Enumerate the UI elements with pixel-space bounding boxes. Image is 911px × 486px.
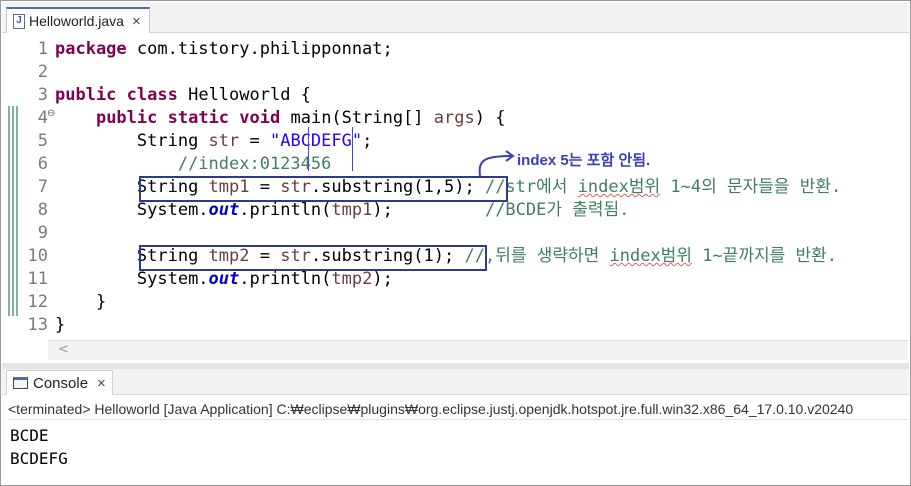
- code-line-3: public class Helloworld {: [55, 84, 841, 107]
- field-name: out: [208, 269, 240, 289]
- line-number: 6: [37, 154, 48, 174]
- line-number: 8: [37, 200, 48, 220]
- comment: 1~4의 문자들을 반환.: [660, 177, 842, 197]
- line-number: 5: [37, 131, 48, 151]
- code-text: main(String[]: [280, 108, 434, 128]
- line-number: 4: [37, 108, 48, 128]
- console-status-line: <terminated> Helloworld [Java Applicatio…: [8, 398, 908, 420]
- scroll-left-icon[interactable]: <: [58, 342, 69, 357]
- keyword: void: [239, 108, 281, 128]
- code-text: System.: [136, 269, 209, 289]
- highlight-box-substring-1-5: [139, 176, 508, 202]
- index-marker-line-b: [352, 127, 353, 171]
- field-name: out: [208, 200, 240, 220]
- code-text: String: [136, 131, 209, 151]
- code-line-11: System.out.println(tmp2);: [55, 268, 841, 291]
- line-number: 13: [27, 315, 48, 335]
- line-number: 11: [27, 269, 48, 289]
- close-icon[interactable]: ×: [97, 375, 106, 392]
- code-text: );: [372, 200, 393, 220]
- code-line-8: System.out.println(tmp1); //BCDE가 출력됨.: [55, 199, 841, 222]
- line-number: 12: [27, 292, 48, 312]
- close-icon[interactable]: ×: [132, 13, 141, 30]
- keyword: public: [95, 108, 158, 128]
- code-line-5: String str = "ABCDEFG";: [55, 130, 841, 153]
- line-number: 3: [37, 85, 48, 105]
- comment: //BCDE가 출력됨.: [484, 200, 630, 220]
- code-line-12: }: [55, 291, 841, 314]
- line-number: 2: [37, 62, 48, 82]
- string-literal: "ABCDEFG": [269, 131, 363, 151]
- keyword: static: [167, 108, 230, 128]
- code-line-4: public static void main(String[] args) {: [55, 107, 841, 130]
- annotation-label: index 5는 포함 안됨.: [517, 152, 651, 169]
- comment: 1~끝까지를 반환.: [691, 246, 837, 266]
- index-marker-line-a: [308, 127, 309, 171]
- keyword: public: [55, 85, 117, 105]
- code-text: }: [55, 315, 66, 335]
- variable-name: tmp2: [331, 269, 373, 289]
- code-line-6: //index:0123456: [55, 153, 841, 176]
- java-file-icon: J: [13, 13, 25, 29]
- code-text: ;: [362, 131, 373, 151]
- line-number: 1: [37, 39, 48, 59]
- parameter-name: args: [433, 108, 475, 128]
- code-text: =: [239, 131, 270, 151]
- code-text: System.: [136, 200, 209, 220]
- console-view: Console × <terminated> Helloworld [Java …: [2, 369, 909, 485]
- code-text: );: [372, 269, 393, 289]
- line-number-gutter: 1 2 3 4 5 6 7 8 9 10 11 12 13: [20, 38, 48, 337]
- code-text: com.tistory.philipponnat;: [126, 39, 393, 59]
- code-text: .println(: [239, 269, 332, 289]
- eclipse-window: J Helloworld.java × 1 2 3 4 5 6 7 8 9 10…: [0, 0, 911, 486]
- horizontal-scrollbar[interactable]: <: [48, 340, 908, 360]
- keyword: package: [55, 39, 127, 59]
- comment-spellcheck-word: index범위: [609, 246, 692, 266]
- annotation-arrow-icon: [478, 150, 515, 177]
- variable-name: str: [208, 131, 240, 151]
- code-text: }: [55, 292, 107, 312]
- change-ruler-marker: [8, 106, 20, 316]
- keyword: class: [126, 85, 178, 105]
- code-text: Helloworld {: [177, 85, 311, 105]
- code-line-13: }: [55, 314, 841, 337]
- editor-tab-bar: J Helloworld.java ×: [2, 2, 909, 33]
- console-tab-bar: Console ×: [2, 369, 909, 395]
- console-tab-label: Console: [33, 374, 89, 392]
- editor-tab-helloworld[interactable]: J Helloworld.java ×: [6, 7, 150, 33]
- highlight-box-substring-1: [139, 245, 487, 271]
- code-text: .println(: [239, 200, 332, 220]
- code-editor[interactable]: 1 2 3 4 5 6 7 8 9 10 11 12 13 ⊖ package …: [2, 34, 909, 363]
- comment-spellcheck-word: index범위: [577, 177, 661, 197]
- variable-name: tmp1: [331, 200, 373, 220]
- editor-tab-title: Helloworld.java: [29, 13, 124, 29]
- line-number: 7: [37, 177, 48, 197]
- code-text: ) {: [474, 108, 506, 128]
- console-output-line: BCDE: [10, 426, 49, 445]
- line-number: 9: [37, 223, 48, 243]
- line-number: 10: [27, 246, 48, 266]
- console-icon: [13, 377, 28, 389]
- console-tab[interactable]: Console ×: [6, 370, 113, 395]
- console-output[interactable]: BCDE BCDEFG: [10, 424, 68, 470]
- console-output-line: BCDEFG: [10, 449, 68, 468]
- code-line-1: package com.tistory.philipponnat;: [55, 38, 841, 61]
